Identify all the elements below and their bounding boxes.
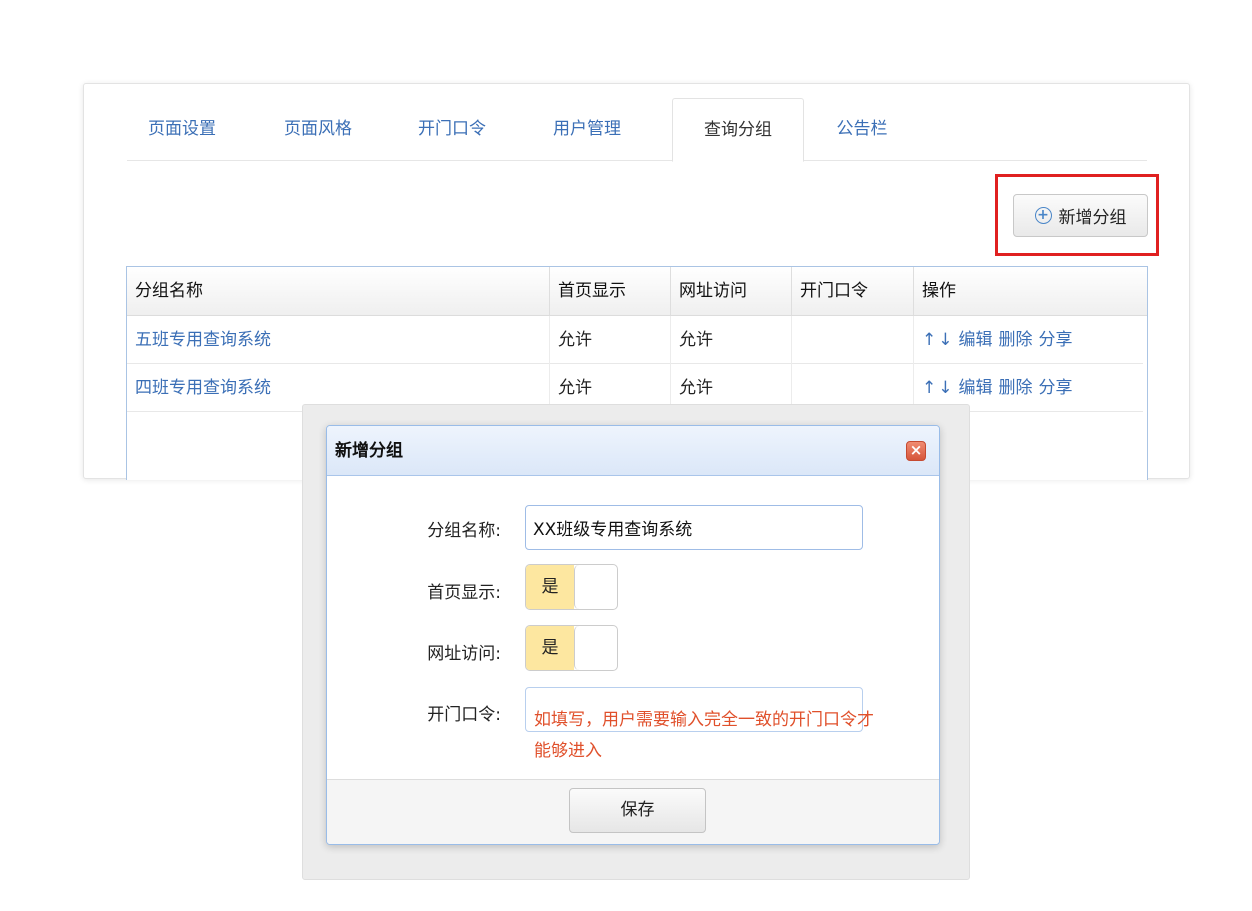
group-name-input[interactable] [525, 505, 863, 550]
group-name-link[interactable]: 五班专用查询系统 [135, 330, 271, 350]
share-link[interactable]: 分享 [1039, 378, 1073, 398]
move-down-link[interactable]: ↓ [938, 330, 952, 350]
door-password-label: 开门口令: [427, 705, 501, 725]
door-password-hint: 如填写，用户需要输入完全一致的开门口令才能够进入 [534, 710, 874, 761]
tab-page-style[interactable]: 页面风格 [263, 98, 373, 161]
tab-user-management[interactable]: 用户管理 [532, 98, 642, 161]
col-home-display: 首页显示 [550, 267, 671, 315]
home-display-cell: 允许 [550, 316, 671, 364]
move-up-link[interactable]: ↑ [922, 330, 936, 350]
toggle-knob [574, 626, 617, 670]
move-down-link[interactable]: ↓ [938, 378, 952, 398]
add-group-dialog: 新增分组 × 分组名称: 首页显示: 是 网址访问: 是 开门口令: 如填写，用… [326, 425, 940, 845]
home-display-label: 首页显示: [427, 583, 501, 603]
tab-page-settings[interactable]: 页面设置 [127, 98, 237, 161]
tab-bulletin[interactable]: 公告栏 [817, 98, 907, 161]
dialog-header[interactable]: 新增分组 × [327, 426, 939, 476]
url-access-toggle[interactable]: 是 [525, 625, 618, 671]
tab-query-groups[interactable]: 查询分组 [672, 98, 804, 162]
save-button[interactable]: 保存 [569, 788, 706, 833]
toggle-knob [574, 565, 617, 609]
col-url-access: 网址访问 [671, 267, 792, 315]
toggle-on-label: 是 [526, 565, 574, 609]
table-header: 分组名称 首页显示 网址访问 开门口令 操作 [127, 267, 1147, 316]
delete-link[interactable]: 删除 [999, 378, 1033, 398]
close-icon[interactable]: × [906, 441, 926, 461]
url-access-cell: 允许 [671, 316, 792, 364]
toggle-on-label: 是 [526, 626, 574, 670]
col-group-name: 分组名称 [127, 267, 550, 315]
move-up-link[interactable]: ↑ [922, 378, 936, 398]
group-name-link[interactable]: 四班专用查询系统 [135, 378, 271, 398]
table-row: 五班专用查询系统 允许 允许 ↑ ↓ 编辑 删除 分享 [127, 316, 1143, 364]
col-door-password: 开门口令 [792, 267, 914, 315]
dialog-title: 新增分组 [335, 441, 403, 461]
tab-door-password[interactable]: 开门口令 [397, 98, 507, 161]
edit-link[interactable]: 编辑 [959, 330, 993, 350]
home-display-toggle[interactable]: 是 [525, 564, 618, 610]
delete-link[interactable]: 删除 [999, 330, 1033, 350]
group-name-label: 分组名称: [427, 521, 501, 541]
edit-link[interactable]: 编辑 [959, 378, 993, 398]
tab-bar: 页面设置 页面风格 开门口令 用户管理 查询分组 公告栏 [127, 98, 1147, 162]
dialog-footer: 保存 [327, 779, 939, 844]
add-group-label: 新增分组 [1058, 208, 1127, 228]
door-password-cell [792, 316, 914, 364]
url-access-label: 网址访问: [427, 644, 501, 664]
col-operations: 操作 [922, 281, 956, 301]
plus-circle-icon: + [1034, 207, 1052, 224]
share-link[interactable]: 分享 [1039, 330, 1073, 350]
add-group-button[interactable]: + 新增分组 [1013, 194, 1148, 237]
